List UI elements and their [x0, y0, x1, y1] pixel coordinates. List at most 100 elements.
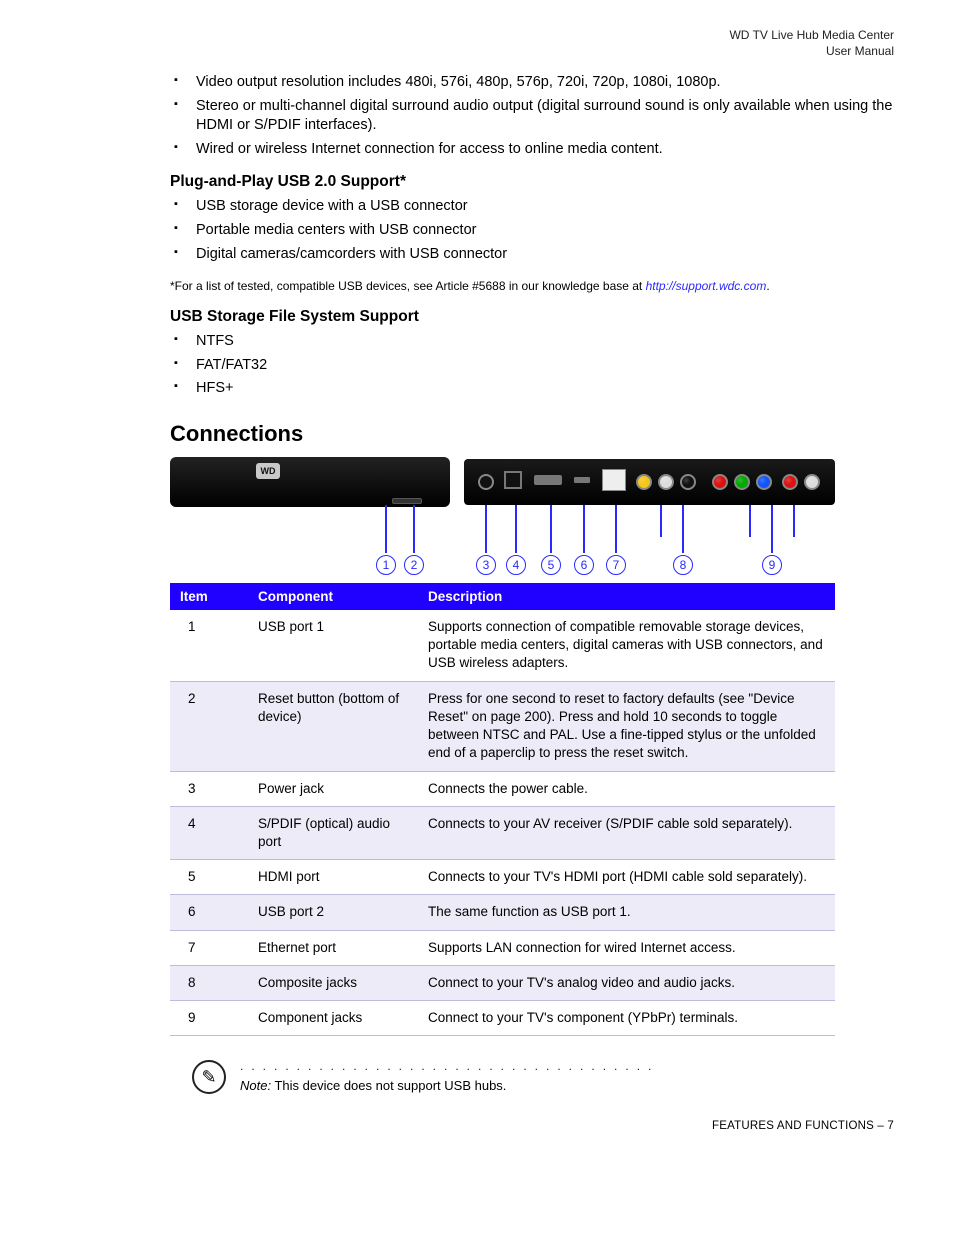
- component-audio-r-jack-icon: [782, 474, 798, 490]
- device-front-view: WD: [170, 457, 450, 507]
- power-jack-icon: [478, 474, 494, 490]
- note-content: ........................................…: [240, 1060, 894, 1093]
- callout-number: 9: [762, 555, 782, 575]
- table-row: 3 Power jack Connects the power cable.: [170, 771, 835, 806]
- footer-sep: –: [874, 1120, 887, 1132]
- callout-line: [583, 505, 585, 553]
- note-label: Note:: [240, 1078, 271, 1093]
- footer-section: FEATURES AND FUNCTIONS: [712, 1120, 874, 1132]
- cell-item: 9: [170, 1001, 248, 1036]
- callout-line: [682, 505, 684, 553]
- doc-header: WD TV Live Hub Media Center User Manual: [60, 28, 894, 59]
- cell-component: USB port 2: [248, 895, 418, 930]
- callout-line: [485, 505, 487, 553]
- col-component: Component: [248, 583, 418, 610]
- table-row: 7 Ethernet port Supports LAN connection …: [170, 930, 835, 965]
- callout-number: 4: [506, 555, 526, 575]
- list-item: Video output resolution includes 480i, 5…: [170, 73, 894, 93]
- cell-item: 8: [170, 965, 248, 1000]
- cell-item: 4: [170, 806, 248, 859]
- cell-component: HDMI port: [248, 860, 418, 895]
- component-pr-jack-icon: [712, 474, 728, 490]
- callout-number: 2: [404, 555, 424, 575]
- list-item: Digital cameras/camcorders with USB conn…: [170, 245, 894, 265]
- footnote-text: *For a list of tested, compatible USB de…: [170, 279, 646, 293]
- callout-line: [385, 505, 387, 553]
- connections-table: Item Component Description 1 USB port 1 …: [170, 583, 835, 1036]
- dotted-rule: ........................................…: [240, 1060, 660, 1072]
- cell-description: Supports LAN connection for wired Intern…: [418, 930, 835, 965]
- callout-line: [771, 505, 773, 553]
- note-body: This device does not support USB hubs.: [271, 1078, 506, 1093]
- cell-item: 5: [170, 860, 248, 895]
- cell-component: Component jacks: [248, 1001, 418, 1036]
- footnote-link[interactable]: http://support.wdc.com: [646, 279, 767, 293]
- callout-line: [793, 505, 795, 537]
- doc-title: WD TV Live Hub Media Center: [729, 28, 894, 42]
- cell-description: Supports connection of compatible remova…: [418, 610, 835, 681]
- list-item: USB storage device with a USB connector: [170, 197, 894, 217]
- cell-component: USB port 1: [248, 610, 418, 681]
- cell-component: Composite jacks: [248, 965, 418, 1000]
- callout-number: 8: [673, 555, 693, 575]
- composite-video-jack-icon: [636, 474, 652, 490]
- footer-page: 7: [887, 1120, 894, 1132]
- cell-item: 1: [170, 610, 248, 681]
- table-row: 6 USB port 2 The same function as USB po…: [170, 895, 835, 930]
- component-audio-l-jack-icon: [804, 474, 820, 490]
- usb-support-heading: Plug-and-Play USB 2.0 Support*: [170, 173, 894, 191]
- cell-item: 7: [170, 930, 248, 965]
- list-item: NTFS: [170, 332, 894, 352]
- table-row: 1 USB port 1 Supports connection of comp…: [170, 610, 835, 681]
- cell-description: Connect to your TV's component (YPbPr) t…: [418, 1001, 835, 1036]
- table-row: 5 HDMI port Connects to your TV's HDMI p…: [170, 860, 835, 895]
- callout-number: 1: [376, 555, 396, 575]
- callout-line: [515, 505, 517, 553]
- cell-component: Ethernet port: [248, 930, 418, 965]
- fs-support-heading: USB Storage File System Support: [170, 308, 894, 326]
- table-row: 4 S/PDIF (optical) audio port Connects t…: [170, 806, 835, 859]
- cell-description: Connect to your TV's analog video and au…: [418, 965, 835, 1000]
- cell-item: 3: [170, 771, 248, 806]
- footnote-suffix: .: [766, 279, 769, 293]
- spdif-port-icon: [504, 471, 522, 489]
- note-icon: ✎: [192, 1060, 226, 1094]
- list-item: HFS+: [170, 379, 894, 399]
- cell-description: Press for one second to reset to factory…: [418, 681, 835, 771]
- usb-port-1-icon: [392, 498, 422, 504]
- connections-heading: Connections: [170, 421, 894, 447]
- usb-support-list: USB storage device with a USB connector …: [170, 197, 894, 264]
- callout-line: [550, 505, 552, 553]
- doc-subtitle: User Manual: [826, 44, 894, 58]
- note-text: Note: This device does not support USB h…: [240, 1078, 894, 1093]
- composite-audio-r-jack-icon: [680, 474, 696, 490]
- ethernet-port-icon: [602, 469, 626, 491]
- table-row: 8 Composite jacks Connect to your TV's a…: [170, 965, 835, 1000]
- feature-list-top: Video output resolution includes 480i, 5…: [170, 73, 894, 159]
- component-pb-jack-icon: [756, 474, 772, 490]
- cell-description: Connects to your AV receiver (S/PDIF cab…: [418, 806, 835, 859]
- callout-number: 7: [606, 555, 626, 575]
- note-block: ✎ ......................................…: [192, 1060, 894, 1094]
- list-item: Wired or wireless Internet connection fo…: [170, 140, 894, 160]
- cell-item: 6: [170, 895, 248, 930]
- wd-logo-icon: WD: [256, 463, 280, 479]
- col-item: Item: [170, 583, 248, 610]
- callout-number: 6: [574, 555, 594, 575]
- table-header-row: Item Component Description: [170, 583, 835, 610]
- cell-component: S/PDIF (optical) audio port: [248, 806, 418, 859]
- usb-footnote: *For a list of tested, compatible USB de…: [170, 278, 894, 294]
- hdmi-port-icon: [534, 475, 562, 485]
- table-row: 9 Component jacks Connect to your TV's c…: [170, 1001, 835, 1036]
- connections-diagram: WD 1 2 3: [170, 457, 835, 577]
- cell-item: 2: [170, 681, 248, 771]
- composite-audio-l-jack-icon: [658, 474, 674, 490]
- usb-port-2-icon: [574, 477, 590, 483]
- cell-description: Connects the power cable.: [418, 771, 835, 806]
- table-row: 2 Reset button (bottom of device) Press …: [170, 681, 835, 771]
- callout-line: [749, 505, 751, 537]
- component-y-jack-icon: [734, 474, 750, 490]
- list-item: Portable media centers with USB connecto…: [170, 221, 894, 241]
- col-description: Description: [418, 583, 835, 610]
- list-item: Stereo or multi-channel digital surround…: [170, 97, 894, 136]
